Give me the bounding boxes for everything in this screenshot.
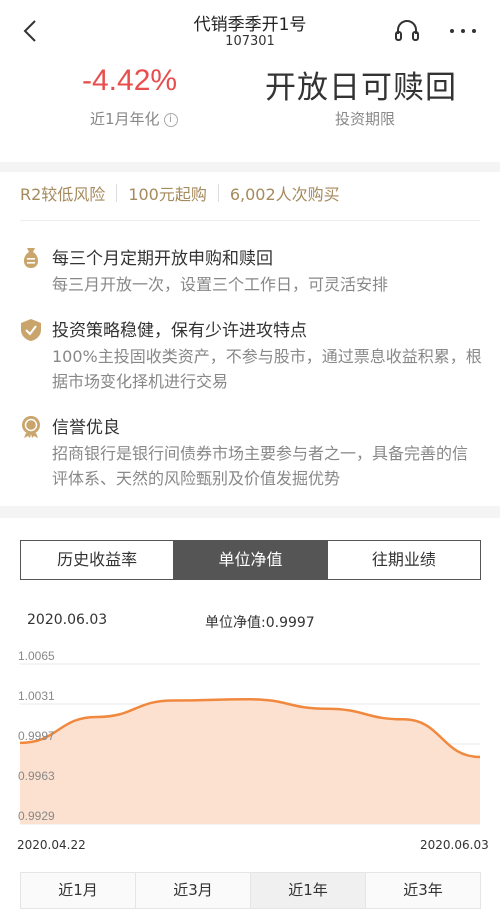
section-gap [0, 506, 500, 518]
feature-desc: 100%主投固收类资产，不参与股市，通过票息收益积累，根据市场变化择机进行交易 [52, 347, 482, 391]
term-value: 开放日可赎回 [265, 70, 457, 106]
feature-desc: 招商银行是银行间债券市场主要参与者之一，具备完善的信评体系、天然的风险甄别及价值… [52, 444, 469, 488]
range-1m[interactable]: 近1月 [21, 873, 135, 908]
product-code: 107301 [225, 34, 275, 49]
nav-header: 代销季季开1号 107301 [0, 0, 500, 58]
tag-row: R2较低风险 100元起购 6,002人次购买 [0, 172, 500, 214]
section-gap [0, 162, 500, 172]
shield-check-icon [21, 319, 41, 341]
divider [20, 220, 480, 221]
feature-title: 投资策略稳健，保有少许进攻特点 [52, 321, 307, 341]
tag-divider [217, 184, 219, 202]
chart-tabs: 历史收益率 单位净值 往期业绩 [20, 540, 481, 580]
term-label: 投资期限 [335, 110, 396, 128]
feature-title: 每三个月定期开放申购和赎回 [52, 249, 273, 269]
yield-label-text: 近1月年化 [90, 110, 160, 128]
y-tick-label: 1.0031 [18, 689, 55, 703]
x-axis-label-end: 2020.06.03 [420, 838, 489, 852]
x-axis-label-start: 2020.04.22 [17, 838, 86, 852]
page-title: 代销季季开1号 [193, 15, 307, 35]
feature-title: 信誉优良 [52, 418, 120, 438]
yield-label: 近1月年化 i [90, 108, 178, 129]
range-3m[interactable]: 近3月 [135, 873, 250, 908]
range-3y[interactable]: 近3年 [365, 873, 480, 908]
info-icon[interactable]: i [163, 112, 178, 127]
risk-tag: R2较低风险 [20, 185, 106, 204]
money-bag-icon [23, 248, 39, 268]
nav-chart: 1.0065 1.0031 0.9997 0.9963 0.9929 [18, 650, 481, 825]
y-tick-label: 1.0065 [18, 650, 55, 663]
yield-value: -4.42% [82, 64, 178, 97]
tab-unit-nav[interactable]: 单位净值 [173, 541, 327, 579]
tag-divider [116, 184, 118, 202]
range-tabs: 近1月 近3月 近1年 近3年 [20, 872, 481, 909]
range-1y[interactable]: 近1年 [250, 873, 365, 908]
buyers-tag: 6,002人次购买 [229, 185, 340, 204]
y-tick-label: 0.9929 [18, 809, 55, 823]
product-detail-page: 代销季季开1号 107301 -4.42% 近1月年化 i 开放日可赎回 投资期限… [0, 0, 500, 909]
more-icon[interactable] [446, 17, 480, 45]
y-tick-label: 0.9997 [18, 729, 55, 743]
tab-history-yield[interactable]: 历史收益率 [21, 541, 173, 579]
chart-nav-value: 单位净值:0.9997 [205, 615, 315, 631]
tab-past-performance[interactable]: 往期业绩 [326, 541, 480, 579]
y-tick-label: 0.9963 [18, 769, 55, 783]
chart-date: 2020.06.03 [27, 612, 108, 628]
headset-icon[interactable] [393, 17, 421, 45]
stats-panel: -4.42% 近1月年化 i 开放日可赎回 投资期限 [0, 58, 500, 164]
feature-desc: 每三月开放一次，设置三个工作日，可灵活安排 [52, 275, 389, 294]
min-purchase-tag: 100元起购 [128, 185, 207, 204]
medal-icon [22, 416, 40, 438]
